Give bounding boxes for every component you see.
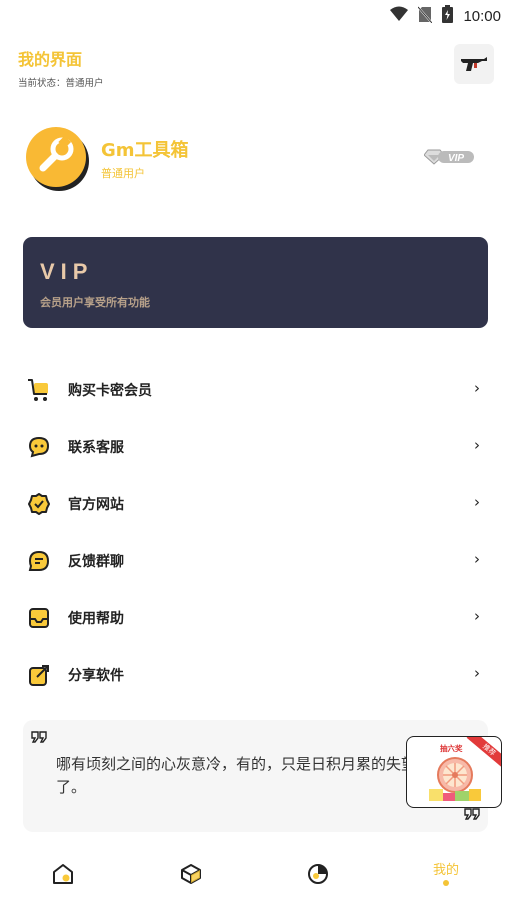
- feedback-icon: [27, 549, 51, 573]
- tab-home[interactable]: [33, 845, 93, 908]
- tab-mine-label: 我的: [432, 863, 459, 878]
- no-sim-icon: [417, 5, 434, 27]
- menu-item-label: 官方网站: [68, 497, 124, 513]
- cart-icon: [27, 378, 51, 402]
- user-name: Gm工具箱: [101, 140, 189, 161]
- quote-text: 哪有顷刻之间的心灰意冷，有的，只是日积月累的失望罢了。: [56, 755, 432, 796]
- share-icon: [27, 663, 51, 687]
- wifi-icon: [390, 6, 409, 26]
- chevron-right-icon: ›: [474, 664, 480, 682]
- bottom-tab-bar: 我的: [0, 845, 511, 908]
- chevron-right-icon: ›: [474, 436, 480, 454]
- clock: 10:00: [463, 7, 501, 25]
- page-header: 我的界面 当前状态：普通用户: [18, 46, 104, 89]
- menu-item-label: 联系客服: [68, 440, 124, 456]
- menu-item-official-website[interactable]: 官方网站 ›: [0, 475, 511, 532]
- tab-mine[interactable]: 我的: [416, 845, 476, 908]
- wrench-icon: [36, 135, 76, 179]
- gun-icon: [460, 52, 488, 76]
- page-title: 我的界面: [18, 50, 83, 69]
- menu-list: 购买卡密会员 › 联系客服 › 官方网站 › 反馈群聊 › 使用帮助 › 分享软…: [0, 361, 511, 703]
- promo-lottery-widget[interactable]: 抽六奖 推荐: [406, 736, 502, 808]
- inbox-icon: [27, 606, 51, 630]
- home-icon: [52, 863, 74, 885]
- menu-item-feedback-group[interactable]: 反馈群聊 ›: [0, 532, 511, 589]
- user-level: 普通用户: [101, 167, 145, 180]
- vip-badge-text: VIP: [448, 153, 464, 164]
- prize-wheel-icon: [427, 755, 483, 807]
- vip-card[interactable]: VIP 会员用户享受所有功能: [23, 237, 488, 328]
- cube-icon: [180, 863, 202, 885]
- pie-chart-icon: [307, 863, 329, 885]
- active-indicator-dot: [443, 880, 449, 886]
- vip-description: 会员用户享受所有功能: [40, 296, 150, 309]
- vip-title: VIP: [40, 259, 94, 284]
- menu-item-share[interactable]: 分享软件 ›: [0, 646, 511, 703]
- status-bar: 10:00: [0, 0, 511, 30]
- avatar[interactable]: [26, 127, 86, 187]
- gun-button[interactable]: [454, 44, 494, 84]
- promo-title: 抽六奖: [440, 744, 463, 753]
- verified-badge-icon: [27, 492, 51, 516]
- quote-open-icon: [31, 728, 47, 747]
- tab-discover[interactable]: [161, 845, 221, 908]
- chat-icon: [27, 435, 51, 459]
- vip-badge[interactable]: VIP: [423, 147, 476, 171]
- chevron-right-icon: ›: [474, 550, 480, 568]
- profile-section[interactable]: Gm工具箱 普通用户 VIP: [26, 127, 486, 191]
- chevron-right-icon: ›: [474, 607, 480, 625]
- status-subtitle: 当前状态：普通用户: [18, 78, 104, 89]
- menu-item-label: 购买卡密会员: [68, 383, 152, 399]
- menu-item-help[interactable]: 使用帮助 ›: [0, 589, 511, 646]
- menu-item-label: 反馈群聊: [68, 554, 124, 570]
- menu-item-label: 使用帮助: [68, 611, 124, 627]
- menu-item-label: 分享软件: [68, 668, 124, 684]
- chevron-right-icon: ›: [474, 379, 480, 397]
- menu-item-contact-support[interactable]: 联系客服 ›: [0, 418, 511, 475]
- tab-stats[interactable]: [288, 845, 348, 908]
- battery-icon: [442, 5, 454, 27]
- chevron-right-icon: ›: [474, 493, 480, 511]
- menu-item-buy-membership[interactable]: 购买卡密会员 ›: [0, 361, 511, 418]
